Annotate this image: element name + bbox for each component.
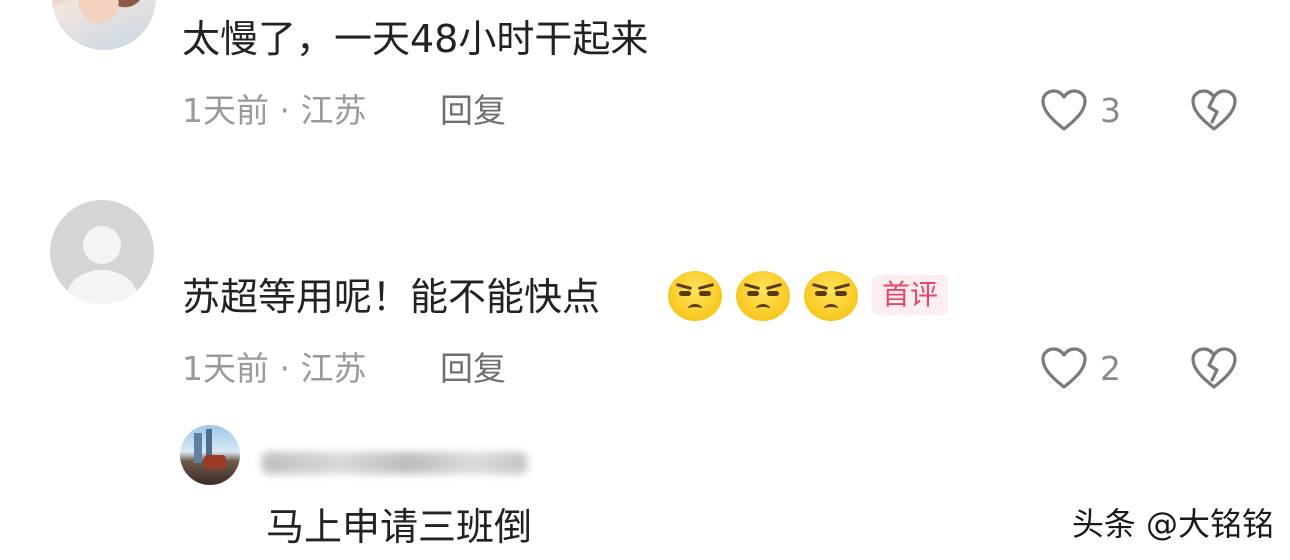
blurred-username <box>262 452 527 474</box>
broken-heart-icon <box>1191 347 1237 389</box>
heart-icon <box>1041 89 1087 131</box>
dislike-button[interactable] <box>1190 88 1238 136</box>
reply-user-avatar[interactable] <box>180 425 240 485</box>
comment-meta: 1天前 · 江苏 <box>182 91 367 130</box>
avatar-head-shape <box>83 226 121 264</box>
squint-emoji-icon <box>668 271 722 321</box>
default-avatar[interactable] <box>50 200 154 304</box>
comment-text: 苏超等用呢！能不能快点 <box>182 275 601 319</box>
avatar-body-shape <box>67 270 137 304</box>
like-count: 2 <box>1100 348 1121 388</box>
watermark: 头条 @大铭铭 <box>1071 505 1274 543</box>
avatar-pagoda-shape <box>204 455 226 469</box>
avatar-tower-shape <box>194 433 202 463</box>
user-avatar[interactable] <box>52 0 156 50</box>
like-count: 3 <box>1100 90 1121 130</box>
dislike-button[interactable] <box>1190 346 1238 394</box>
heart-icon <box>1041 347 1087 389</box>
like-button[interactable]: 3 <box>1040 88 1121 132</box>
like-button[interactable]: 2 <box>1040 346 1121 390</box>
reply-button[interactable]: 回复 <box>440 352 506 385</box>
squint-emoji-icon <box>736 271 790 321</box>
squint-emoji-icon <box>804 271 858 321</box>
comment-thread: 太慢了，一天48小时干起来 1天前 · 江苏 回复 3 苏超等用呢！能不能快点 … <box>0 0 1290 560</box>
broken-heart-icon <box>1191 89 1237 131</box>
reply-text: 马上申请三班倒 <box>266 505 533 549</box>
comment-text: 太慢了，一天48小时干起来 <box>182 17 649 61</box>
reply-button[interactable]: 回复 <box>440 94 506 127</box>
first-comment-badge: 首评 <box>872 275 949 315</box>
comment-meta: 1天前 · 江苏 <box>182 349 367 388</box>
